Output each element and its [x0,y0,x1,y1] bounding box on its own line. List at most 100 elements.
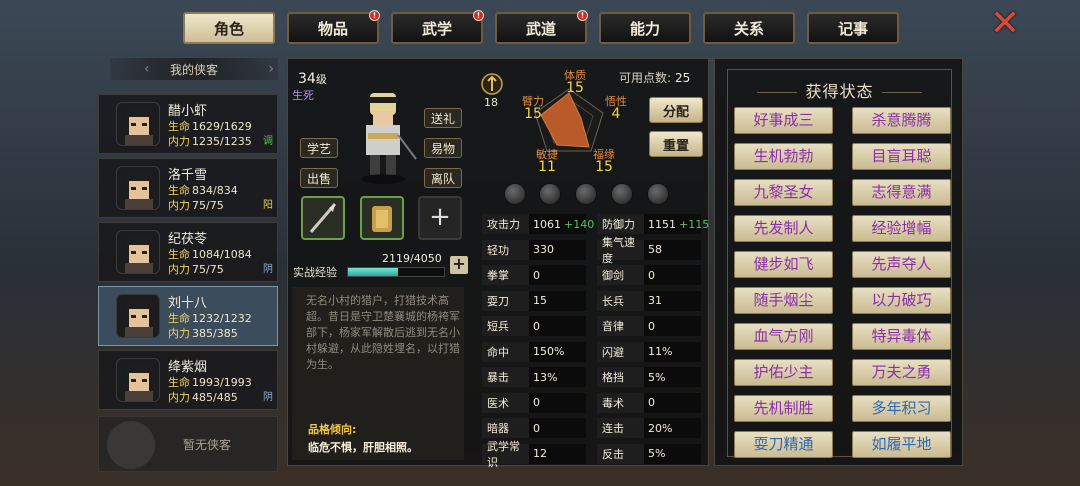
tab-relations[interactable]: 关系 [703,12,795,44]
status-badge[interactable]: 以力破巧 [852,287,951,314]
status-badge[interactable]: 血气方刚 [734,323,833,350]
status-badge[interactable]: 经验增幅 [852,215,951,242]
stat-row: 音律 0 [597,315,701,337]
hero-card[interactable]: 醋小虾 生命 1629/1629 内力 1235/1235 调 [98,94,278,154]
stat-number: 0 [533,319,540,333]
tab-items[interactable]: 物品! [287,10,380,44]
empty-avatar-icon [107,421,155,469]
character-panel: 34级 生死 学艺 出售 送礼 易物 离队 + 实战经验 2119/4050 +… [287,58,709,469]
hp-label: 生命 [168,120,190,133]
character-bio: 无名小村的猎户，打猎技术高超。昔日是守卫楚襄城的杨袴军部下，杨家军解散后逃到无名… [292,287,464,460]
hero-card[interactable]: 绛紫烟 生命 1993/1993 内力 485/485 阴 [98,350,278,410]
stat-value: 15 [529,290,586,311]
tab-label: 关系 [733,19,764,38]
stat-name: 防御力 [597,214,644,234]
socket-orb-icon[interactable] [504,183,526,205]
tab-martial-arts[interactable]: 武学! [391,10,484,44]
status-badge[interactable]: 先声夺人 [852,251,951,278]
allocate-button[interactable]: 分配 [649,97,703,123]
stat-name: 暗器 [482,418,529,438]
stat-row: 反击 5% [597,443,701,465]
weapon-slot[interactable] [301,196,345,240]
hero-portrait-icon [116,358,160,402]
hero-card[interactable]: 刘十八 生命 1232/1232 内力 385/385 [98,286,278,346]
stat-number: 150% [533,345,565,358]
stat-number: 0 [533,268,540,282]
stat-value: 0 [529,392,586,413]
hero-card[interactable]: 洛千雪 生命 834/834 内力 75/75 阳 [98,158,278,218]
exp-progress-fill [348,268,399,276]
hero-list-title: ‹ 我的侠客 › [110,58,278,80]
hero-mp: 内力 1235/1235 [168,133,252,149]
hp-value: 1232/1232 [192,312,252,325]
attr-value: 4 [611,106,621,122]
status-badge[interactable]: 九黎圣女 [734,179,833,206]
status-badge[interactable]: 健步如飞 [734,251,833,278]
status-badge[interactable]: 生机勃勃 [734,143,833,170]
tab-abilities[interactable]: 能力 [599,12,691,44]
stat-row: 长兵 31 [597,290,701,312]
bio-text: 无名小村的猎户，打猎技术高超。昔日是守卫楚襄城的杨袴军部下，杨家军解散后逃到无名… [306,294,460,371]
socket-orb-icon[interactable] [611,183,633,205]
stat-name: 耍刀 [482,290,529,311]
status-badge[interactable]: 护佑少主 [734,359,833,386]
stat-value: 1061 +140 [529,214,594,234]
close-icon[interactable]: ✕ [988,6,1022,43]
sell-button[interactable]: 出售 [300,168,338,188]
hero-card[interactable]: 纪茯苓 生命 1084/1084 内力 75/75 阴 [98,222,278,282]
stat-number: 31 [648,294,662,307]
leave-button[interactable]: 离队 [424,168,462,188]
stat-name: 闪避 [597,341,644,362]
stat-row: 拳掌 0 [482,264,586,286]
medal-count: 18 [484,96,498,109]
hp-label: 生命 [168,248,190,261]
mp-value: 75/75 [192,199,224,212]
stat-number: 12 [533,447,547,460]
add-exp-button[interactable]: + [450,256,468,274]
status-badge[interactable]: 万夫之勇 [852,359,951,386]
stat-number: 5% [648,447,666,460]
status-badge[interactable]: 耍刀精通 [734,431,833,458]
stat-name: 格挡 [597,367,644,387]
mp-label: 内力 [168,327,190,340]
stat-value: 11% [644,341,701,362]
tab-role[interactable]: 角色 [183,12,275,44]
socket-orb-icon[interactable] [647,183,669,205]
stat-name: 攻击力 [482,214,529,234]
hero-name: 绛紫烟 [168,360,208,375]
socket-orb-icon[interactable] [575,183,597,205]
status-badge[interactable]: 目盲耳聪 [852,143,951,170]
status-badge[interactable]: 杀意腾腾 [852,107,951,134]
chevron-left-icon[interactable]: ‹ [144,61,150,77]
stat-number: 0 [648,396,655,409]
divider [757,92,798,93]
chevron-right-icon[interactable]: › [268,61,274,77]
socket-orb-icon[interactable] [539,183,561,205]
stat-number: 20% [648,421,673,435]
status-badge[interactable]: 先发制人 [734,215,833,242]
status-badge[interactable]: 先机制胜 [734,395,833,422]
stat-value: 0 [529,418,586,438]
stat-number: 1151 [648,217,676,231]
hero-name: 醋小虾 [168,104,208,119]
status-badge[interactable]: 特异毒体 [852,323,951,350]
stat-name: 长兵 [597,290,644,311]
tab-martial-way[interactable]: 武道! [495,10,588,44]
stat-row: 医术 0 [482,392,586,414]
status-badge[interactable]: 随手烟尘 [734,287,833,314]
status-badge[interactable]: 志得意满 [852,179,951,206]
mp-label: 内力 [168,391,190,404]
trade-button[interactable]: 易物 [424,138,462,158]
status-badge[interactable]: 如履平地 [852,431,951,458]
gift-button[interactable]: 送礼 [424,108,462,128]
status-badge[interactable]: 多年积习 [852,395,951,422]
tab-journal[interactable]: 记事 [807,12,899,44]
hero-tag: 阳 [263,200,273,211]
armor-slot[interactable] [360,196,404,240]
add-equipment-button[interactable]: + [418,196,462,240]
stat-row: 毒术 0 [597,392,701,414]
learn-button[interactable]: 学艺 [300,138,338,158]
reset-button[interactable]: 重置 [649,131,703,157]
exp-label: 实战经验 [293,266,337,279]
status-badge[interactable]: 好事成三 [734,107,833,134]
